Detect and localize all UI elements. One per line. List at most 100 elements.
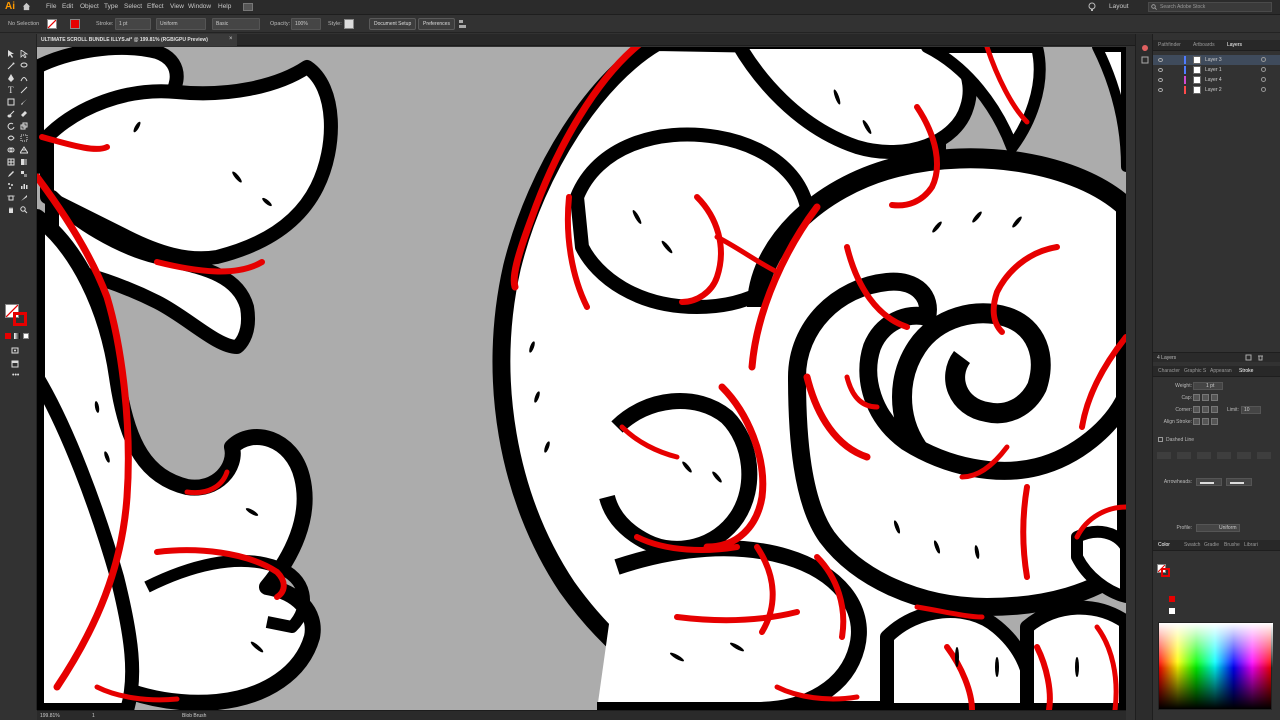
draw-mode-icon[interactable] [11,346,19,354]
mesh-tool-icon[interactable] [7,158,15,166]
stock-search-box[interactable]: Search Adobe Stock [1148,2,1272,12]
magic-wand-tool-icon[interactable] [7,62,15,70]
butt-cap-icon[interactable] [1193,394,1200,401]
tab-stroke[interactable]: Stroke [1239,368,1253,374]
weight-field[interactable]: 1 pt [1193,382,1223,390]
visibility-eye-icon[interactable] [1158,88,1163,92]
tab-pathfinder[interactable]: Pathfinder [1158,42,1181,48]
eyedropper-tool-icon[interactable] [7,170,15,178]
blob-brush-tool-icon[interactable] [7,110,15,118]
layer-name[interactable]: Layer 1 [1205,67,1222,73]
layer-name[interactable]: Layer 2 [1205,87,1222,93]
fill-swatch[interactable] [47,19,57,29]
gradient-tool-icon[interactable] [20,158,28,166]
menu-edit[interactable]: Edit [62,3,73,10]
rectangle-tool-icon[interactable] [7,98,15,106]
stroke-swatch[interactable] [70,19,80,29]
artboard-canvas[interactable] [37,47,1126,710]
tab-color[interactable]: Color [1158,542,1170,548]
align-center-icon[interactable] [1193,418,1200,425]
white-swatch[interactable] [1169,608,1175,614]
stroke-weight-field[interactable]: 1 pt [115,18,151,30]
document-setup-button[interactable]: Document Setup [369,18,417,30]
dashed-line-checkbox[interactable] [1158,437,1163,442]
none-mode-button[interactable] [23,333,29,339]
hand-tool-icon[interactable] [7,206,15,214]
gap-field[interactable] [1257,452,1271,459]
symbol-sprayer-tool-icon[interactable] [7,182,15,190]
round-join-icon[interactable] [1202,406,1209,413]
edit-toolbar-icon[interactable]: ••• [12,372,19,379]
tab-gradient[interactable]: Gradie [1204,542,1219,548]
miter-join-icon[interactable] [1193,406,1200,413]
dash-field[interactable] [1197,452,1211,459]
layer-name[interactable]: Layer 3 [1205,57,1222,63]
layer-row[interactable]: Layer 3 [1153,55,1280,65]
target-icon[interactable] [1261,57,1266,62]
dash-field[interactable] [1157,452,1171,459]
document-tab[interactable]: ULTIMATE SCROLL BUNDLE ILLYS.ai* @ 199.8… [37,34,237,46]
layer-name[interactable]: Layer 4 [1205,77,1222,83]
screen-mode-icon[interactable] [11,360,19,368]
paintbrush-tool-icon[interactable] [20,98,28,106]
gradient-mode-button[interactable] [14,333,20,339]
align-inside-icon[interactable] [1202,418,1209,425]
rotate-tool-icon[interactable] [7,122,15,130]
layer-row[interactable]: Layer 1 [1153,65,1280,75]
gap-field[interactable] [1217,452,1231,459]
artboard-number[interactable]: 1 [92,713,95,719]
target-icon[interactable] [1261,67,1266,72]
last-color-swatch[interactable] [1169,596,1175,602]
end-arrowhead-select[interactable] [1226,478,1252,486]
visibility-eye-icon[interactable] [1158,78,1163,82]
tab-layers[interactable]: Layers [1227,42,1242,48]
tab-brushes[interactable]: Brushe [1224,542,1240,548]
color-panel-stroke[interactable] [1161,568,1170,577]
menu-help[interactable]: Help [218,3,231,10]
tab-artboards[interactable]: Artboards [1193,42,1215,48]
menu-object[interactable]: Object [80,3,99,10]
scale-tool-icon[interactable] [20,122,28,130]
start-arrowhead-select[interactable] [1196,478,1222,486]
lightbulb-icon[interactable] [1088,2,1096,12]
eraser-tool-icon[interactable] [20,110,28,118]
curvature-tool-icon[interactable] [20,74,28,82]
align-outside-icon[interactable] [1211,418,1218,425]
round-cap-icon[interactable] [1202,394,1209,401]
stroke-color-box[interactable] [13,312,27,326]
artboard-tool-icon[interactable] [7,194,15,202]
zoom-level[interactable]: 199.81% [40,713,60,719]
direct-selection-tool-icon[interactable] [20,50,28,58]
blend-tool-icon[interactable] [20,170,28,178]
tab-graphic-styles[interactable]: Graphic S [1184,368,1206,374]
selection-tool-icon[interactable] [7,50,15,58]
color-guide-icon[interactable] [1141,44,1149,52]
brush-definition[interactable]: Basic [212,18,260,30]
menu-window[interactable]: Window [188,3,211,10]
layer-row[interactable]: Layer 4 [1153,75,1280,85]
column-graph-tool-icon[interactable] [20,182,28,190]
close-tab-button[interactable]: × [229,36,233,42]
graphic-style-swatch[interactable] [344,19,354,29]
gap-field[interactable] [1177,452,1191,459]
menu-effect[interactable]: Effect [147,3,164,10]
zoom-tool-icon[interactable] [20,206,28,214]
perspective-grid-tool-icon[interactable] [20,146,28,154]
menu-select[interactable]: Select [124,3,142,10]
lasso-tool-icon[interactable] [20,62,28,70]
limit-field[interactable]: 10 [1241,406,1261,414]
bevel-join-icon[interactable] [1211,406,1218,413]
properties-icon[interactable] [1141,56,1149,64]
width-tool-icon[interactable] [7,134,15,142]
delete-layer-icon[interactable] [1257,354,1264,361]
arrange-documents-icon[interactable] [243,3,253,11]
tab-appearance[interactable]: Appearan [1210,368,1232,374]
menu-type[interactable]: Type [104,3,118,10]
menu-file[interactable]: File [46,3,56,10]
dash-field[interactable] [1237,452,1251,459]
home-icon[interactable] [22,2,31,11]
line-tool-icon[interactable] [20,86,28,94]
menu-view[interactable]: View [170,3,184,10]
align-icon[interactable] [458,19,470,29]
tab-character[interactable]: Character [1158,368,1180,374]
